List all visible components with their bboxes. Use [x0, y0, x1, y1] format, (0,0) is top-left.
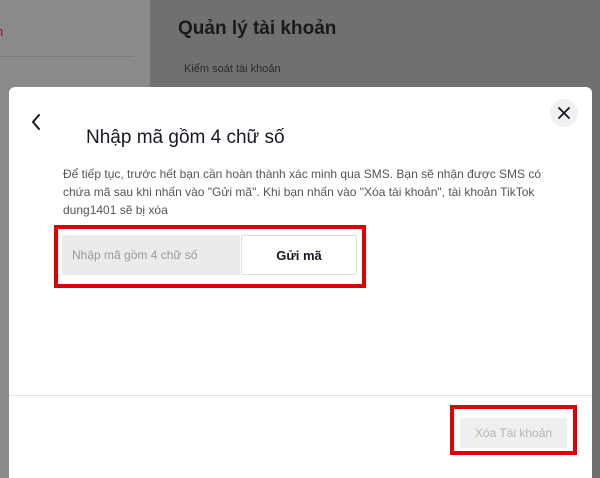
background-page-title: Quản lý tài khoản — [178, 18, 337, 39]
modal-description: Để tiếp tục, trước hết bạn cần hoàn thàn… — [63, 167, 542, 217]
background-section-label: Kiểm soát tài khoản — [184, 63, 281, 75]
close-button[interactable] — [550, 99, 578, 127]
back-button[interactable] — [25, 111, 47, 133]
footer-divider — [9, 395, 592, 396]
modal-title: Nhập mã gồm 4 chữ số — [86, 127, 285, 148]
background-sidebar-item: n — [0, 24, 3, 39]
highlight-box-delete-button — [450, 405, 577, 455]
background-divider — [0, 56, 134, 57]
chevron-left-icon — [32, 114, 40, 130]
highlight-box-code-entry — [54, 225, 366, 288]
close-icon — [558, 107, 570, 119]
